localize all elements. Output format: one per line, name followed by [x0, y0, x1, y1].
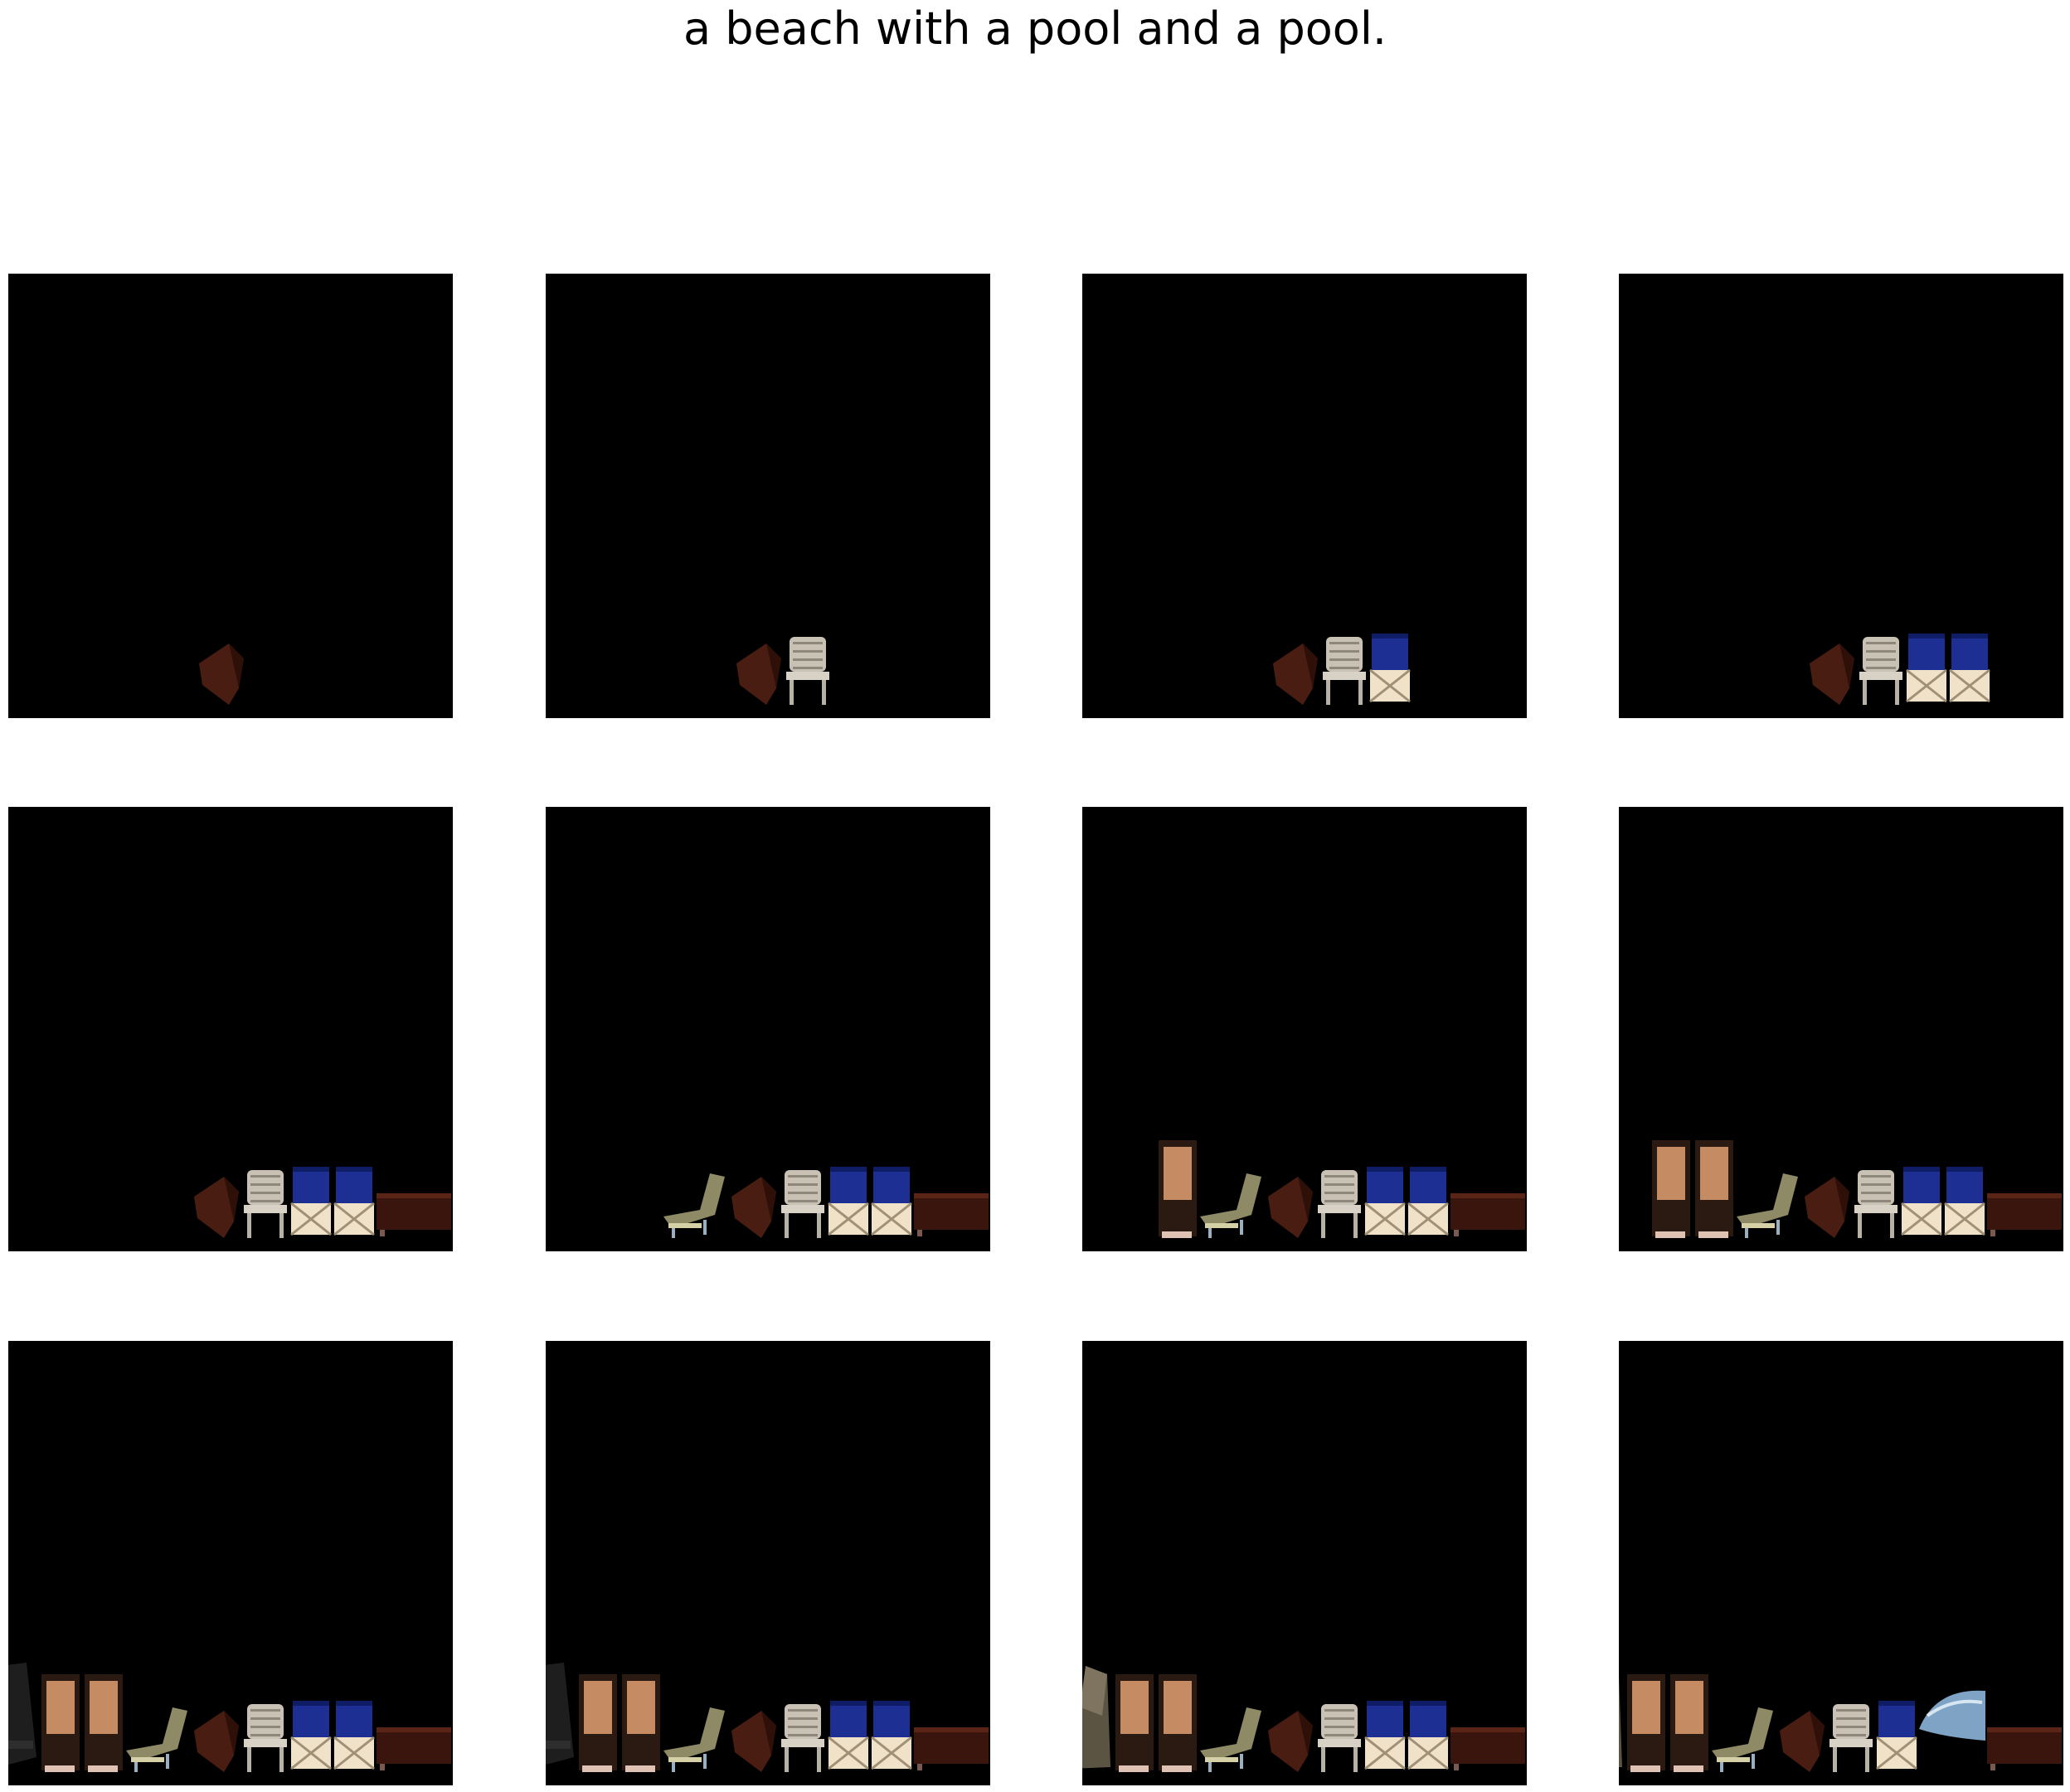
blue-folding-chair-object	[1906, 634, 1947, 703]
frame-image	[546, 274, 990, 718]
blue-folding-chair-object	[828, 1701, 869, 1770]
tan-tall-chair-object	[1627, 1674, 1665, 1772]
frame-image	[1619, 1341, 2063, 1785]
frame-6	[546, 807, 990, 1251]
frame-2	[546, 274, 990, 718]
blue-folding-chair-object	[871, 1167, 912, 1236]
frame-image	[1082, 274, 1527, 718]
tan-tall-chair-object	[85, 1674, 123, 1772]
tan-tall-chair-object	[579, 1674, 617, 1772]
blue-folding-chair-object	[828, 1167, 869, 1236]
tan-tall-chair-object	[1159, 1140, 1197, 1238]
frame-image	[8, 1341, 453, 1785]
frame-9	[8, 1341, 453, 1785]
blue-folding-chair-object	[871, 1701, 912, 1770]
blue-folding-chair-object	[333, 1167, 375, 1236]
blue-folding-chair-object	[1369, 634, 1411, 703]
frame-5	[8, 807, 453, 1251]
frame-image	[1619, 807, 2063, 1251]
blue-folding-chair-object	[1407, 1167, 1449, 1236]
blue-folding-chair-object	[1364, 1701, 1406, 1770]
blue-folding-chair-object	[290, 1167, 332, 1236]
blue-folding-chair-object	[1944, 1167, 1985, 1236]
frame-image	[8, 274, 453, 718]
frame-11	[1082, 1341, 1527, 1785]
frame-image	[1082, 807, 1527, 1251]
tan-tall-chair-object	[1159, 1674, 1197, 1772]
tan-tall-chair-object	[1670, 1674, 1708, 1772]
blue-folding-chair-object	[1949, 634, 1990, 703]
blue-folding-chair-object	[1407, 1701, 1449, 1770]
a-frame-chair-object	[1082, 1666, 1110, 1769]
frame-image	[546, 807, 990, 1251]
frame-4	[1619, 274, 2063, 718]
frame-image	[1082, 1341, 1527, 1785]
frame-image	[546, 1341, 990, 1785]
frame-12	[1619, 1341, 2063, 1785]
tan-tall-chair-object	[1695, 1140, 1733, 1238]
blue-folding-chair-object	[290, 1701, 332, 1770]
frame-image	[8, 807, 453, 1251]
frame-10	[546, 1341, 990, 1785]
tan-tall-chair-object	[1652, 1140, 1690, 1238]
tan-tall-chair-object	[1115, 1674, 1154, 1772]
tan-tall-chair-object	[622, 1674, 660, 1772]
tan-tall-chair-object	[41, 1674, 80, 1772]
frame-grid	[0, 0, 2070, 1792]
frame-8	[1619, 807, 2063, 1251]
frame-3	[1082, 274, 1527, 718]
frame-1	[8, 274, 453, 718]
blue-folding-chair-object	[1901, 1167, 1942, 1236]
frame-image	[1619, 274, 2063, 718]
blue-folding-chair-object	[1876, 1701, 1917, 1770]
frame-7	[1082, 807, 1527, 1251]
blue-folding-chair-object	[333, 1701, 375, 1770]
blue-folding-chair-object	[1364, 1167, 1406, 1236]
